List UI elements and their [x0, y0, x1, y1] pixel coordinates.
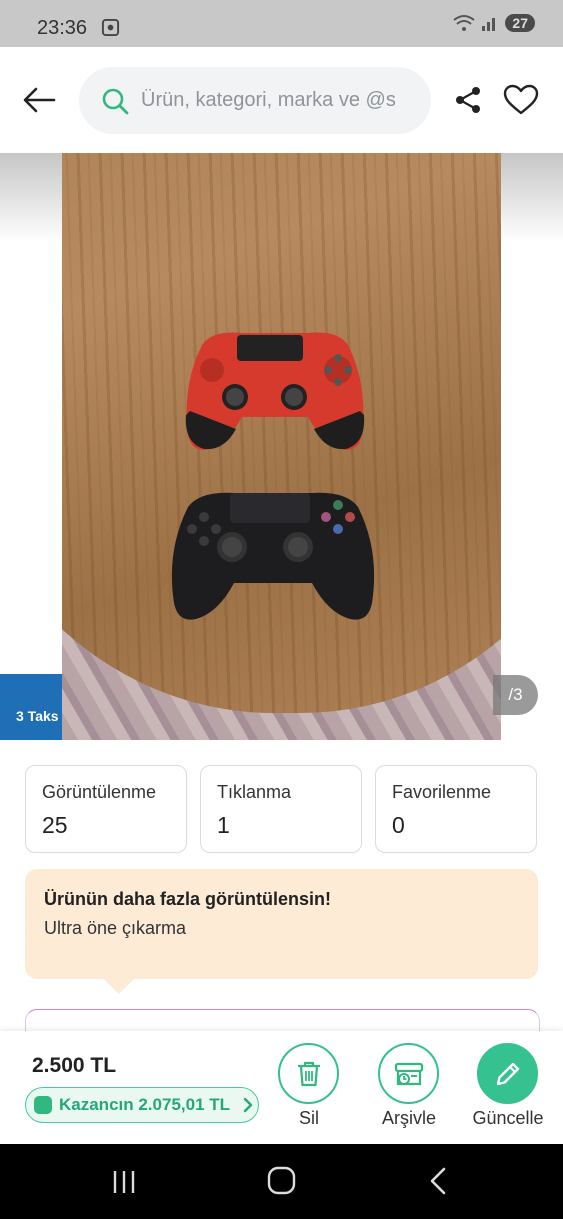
update-button-circle: [477, 1043, 538, 1104]
stat-value: 25: [42, 812, 68, 838]
installment-badge[interactable]: 3 Taks: [0, 674, 62, 740]
product-photo[interactable]: [62, 153, 501, 740]
stat-value: 0: [392, 812, 405, 838]
search-input[interactable]: [141, 67, 426, 134]
search-bar[interactable]: [79, 67, 431, 134]
delete-button[interactable]: Sil: [264, 1043, 354, 1133]
promo-title: Ürünün daha fazla görüntülensin!: [44, 889, 331, 909]
home-icon[interactable]: [267, 1166, 296, 1195]
bottom-action-bar: 2.500 TL Kazancın 2.075,01 TL Sil Arşivl…: [0, 1031, 563, 1144]
back-nav-icon[interactable]: [428, 1166, 448, 1196]
product-price: 2.500 TL: [32, 1054, 117, 1077]
archive-icon: [394, 1062, 423, 1085]
share-icon[interactable]: [453, 85, 483, 115]
update-label: Güncelle: [472, 1108, 544, 1128]
black-controller-image: [171, 492, 375, 620]
status-bar: 23:36 27: [0, 0, 563, 47]
chevron-right-icon: [243, 1097, 253, 1113]
signal-icon: [482, 18, 496, 31]
trash-icon: [297, 1061, 320, 1086]
stat-card-views: Görüntülenme 25: [25, 765, 187, 853]
status-indicators: 27: [453, 14, 535, 32]
stat-label: Favorilenme: [392, 782, 492, 802]
earnings-text: Kazancın 2.075,01 TL: [59, 1095, 231, 1114]
update-button[interactable]: Güncelle: [463, 1043, 553, 1133]
stat-card-favorites: Favorilenme 0: [375, 765, 537, 853]
app-header: [0, 47, 563, 153]
archive-button-circle: [378, 1043, 439, 1104]
wifi-icon: [453, 15, 476, 31]
promo-tooltip[interactable]: Ürünün daha fazla görüntülensin! Ultra ö…: [25, 869, 538, 979]
promo-tooltip-tail: [104, 979, 134, 994]
delete-button-circle: [278, 1043, 339, 1104]
promo-subtitle: Ultra öne çıkarma: [44, 918, 187, 938]
delete-label: Sil: [298, 1108, 319, 1128]
pencil-icon: [496, 1062, 519, 1085]
earnings-pill[interactable]: Kazancın 2.075,01 TL: [25, 1087, 259, 1123]
image-pager: /3: [493, 675, 538, 715]
stat-value: 1: [217, 812, 230, 838]
archive-label: Arşivle: [381, 1108, 436, 1128]
red-controller-image: [185, 332, 365, 450]
back-arrow-icon[interactable]: [22, 85, 56, 115]
stat-label: Tıklanma: [217, 782, 292, 802]
search-icon: [102, 88, 129, 115]
recent-apps-icon[interactable]: [111, 1169, 137, 1195]
screenshot-icon: [101, 18, 120, 37]
archive-button[interactable]: Arşivle: [364, 1043, 454, 1133]
system-nav-bar: [0, 1144, 563, 1219]
heart-icon[interactable]: [503, 84, 539, 116]
battery-indicator: 27: [505, 14, 535, 32]
wallet-icon: [34, 1096, 52, 1114]
stat-card-clicks: Tıklanma 1: [200, 765, 362, 853]
status-time: 23:36: [37, 17, 88, 39]
product-gallery[interactable]: 3 Taks /3: [0, 153, 563, 740]
stat-label: Görüntülenme: [42, 782, 157, 802]
